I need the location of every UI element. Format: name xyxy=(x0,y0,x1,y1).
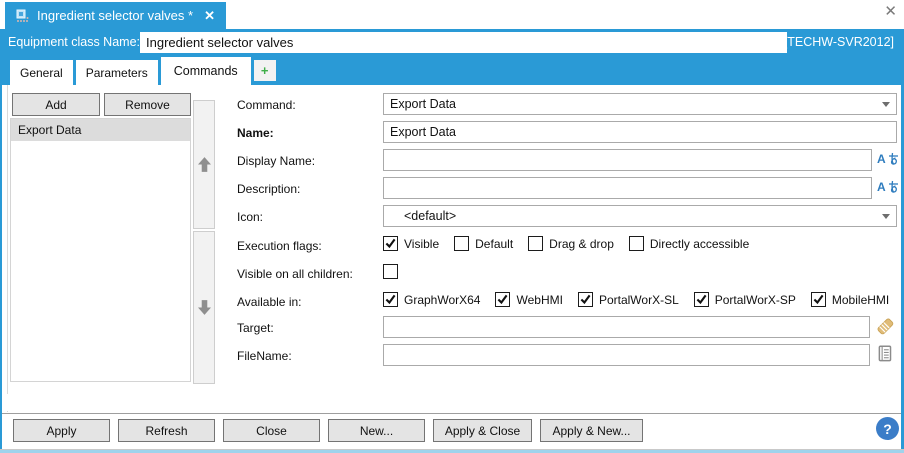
name-input[interactable] xyxy=(383,121,897,143)
equipment-class-name-input[interactable] xyxy=(140,32,787,53)
target-label: Target: xyxy=(237,321,274,335)
header-bar: Equipment class Name: [TECHW-SVR2012] xyxy=(0,29,904,57)
visible-on-all-children-label: Visible on all children: xyxy=(237,267,353,281)
checkbox-label: Drag & drop xyxy=(549,236,614,251)
checkbox-default[interactable]: Default xyxy=(454,236,513,251)
chevron-down-icon xyxy=(882,213,890,219)
localization-icon[interactable]: A xyxy=(877,180,899,194)
checkbox-box[interactable] xyxy=(810,292,826,307)
display-name-label: Display Name: xyxy=(237,154,316,168)
command-dropdown-value: Export Data xyxy=(390,97,457,111)
tab-strip: General Parameters Commands + xyxy=(0,57,904,85)
command-list[interactable]: Export Data xyxy=(10,118,191,382)
checkbox-box[interactable] xyxy=(454,236,470,251)
checkbox-box[interactable] xyxy=(495,292,511,307)
horizontal-scrollbar[interactable] xyxy=(0,394,904,411)
svg-text:A: A xyxy=(877,180,886,194)
checkbox-directly-accessible[interactable]: Directly accessible xyxy=(628,236,750,251)
tab-parameters[interactable]: Parameters xyxy=(75,60,158,85)
checkbox-label: Default xyxy=(475,236,514,251)
filename-input[interactable] xyxy=(383,344,870,366)
description-label: Description: xyxy=(237,182,301,196)
equipment-class-name-label: Equipment class Name: xyxy=(8,35,141,49)
checkbox-visible-on-all-children[interactable] xyxy=(383,264,398,279)
titlebar: Ingredient selector valves * ✕ ✕ xyxy=(0,0,904,29)
checkbox-portalworx-sp[interactable]: PortalWorX-SP xyxy=(693,292,796,307)
file-browse-icon[interactable] xyxy=(878,345,892,362)
execution-flags-label: Execution flags: xyxy=(237,239,322,253)
visible-on-all-children-group xyxy=(383,264,398,279)
localization-icon[interactable]: A xyxy=(877,152,899,166)
checkbox-label: PortalWorX-SL xyxy=(598,292,679,307)
available-in-label: Available in: xyxy=(237,295,302,309)
command-label: Command: xyxy=(237,98,296,112)
window-close-icon[interactable]: ✕ xyxy=(884,4,897,19)
tag-browse-icon[interactable] xyxy=(876,317,894,335)
checkbox-box[interactable] xyxy=(577,292,593,307)
checkbox-box[interactable] xyxy=(528,236,544,251)
checkbox-box[interactable] xyxy=(383,236,398,251)
checkbox-graphworx64[interactable]: GraphWorX64 xyxy=(383,292,480,307)
checkbox-webhmi[interactable]: WebHMI xyxy=(495,292,563,307)
checkbox-box[interactable] xyxy=(693,292,709,307)
help-button[interactable]: ? xyxy=(876,417,899,440)
remove-button[interactable]: Remove xyxy=(104,93,191,116)
execution-flags-group: Visible Default Drag & drop Directly access… xyxy=(383,236,749,251)
display-name-input[interactable] xyxy=(383,149,872,171)
document-tab-title: Ingredient selector valves * xyxy=(37,8,194,23)
equipment-class-editor-window: Ingredient selector valves * ✕ ✕ Equipme… xyxy=(0,0,904,453)
checkbox-label: Visible xyxy=(404,236,440,251)
arrow-up-icon xyxy=(197,157,211,172)
move-down-button[interactable] xyxy=(193,231,215,384)
move-up-button[interactable] xyxy=(193,100,215,229)
document-tab-close-icon[interactable]: ✕ xyxy=(204,8,215,24)
available-in-group: GraphWorX64 WebHMI PortalWorX-SL PortalWorX… xyxy=(383,292,889,307)
name-label: Name: xyxy=(237,126,274,140)
tab-general[interactable]: General xyxy=(10,60,73,85)
equipment-class-icon xyxy=(16,9,30,23)
refresh-button[interactable]: Refresh xyxy=(118,419,215,442)
checkbox-label: PortalWorX-SP xyxy=(714,292,796,307)
apply-button[interactable]: Apply xyxy=(13,419,110,442)
footer-button-bar: Apply Refresh Close New... Apply & Close Appl… xyxy=(13,419,643,442)
server-name-label: [TECHW-SVR2012] xyxy=(783,35,894,49)
checkbox-box[interactable] xyxy=(628,236,644,251)
checkbox-label: MobileHMI xyxy=(831,292,890,307)
svg-text:A: A xyxy=(877,152,886,166)
checkbox-mobilehmi[interactable]: MobileHMI xyxy=(810,292,890,307)
command-dropdown[interactable]: Export Data xyxy=(383,93,897,115)
checkbox-label: WebHMI xyxy=(516,292,563,307)
tab-commands[interactable]: Commands xyxy=(160,57,251,85)
filename-label: FileName: xyxy=(237,349,292,363)
close-button[interactable]: Close xyxy=(223,419,320,442)
chevron-down-icon xyxy=(882,101,890,107)
target-input[interactable] xyxy=(383,316,870,338)
checkbox-drag-drop[interactable]: Drag & drop xyxy=(528,236,614,251)
content-panel-edge xyxy=(7,85,8,412)
arrow-down-icon xyxy=(197,300,211,315)
footer-separator xyxy=(0,413,904,414)
document-tab[interactable]: Ingredient selector valves * ✕ xyxy=(5,2,226,29)
new-button[interactable]: New... xyxy=(328,419,425,442)
checkbox-box[interactable] xyxy=(383,264,398,279)
icon-dropdown-value: <default> xyxy=(404,209,457,223)
command-list-item[interactable]: Export Data xyxy=(11,119,190,141)
checkbox-label: Directly accessible xyxy=(649,236,750,251)
icon-label: Icon: xyxy=(237,210,264,224)
checkbox-portalworx-sl[interactable]: PortalWorX-SL xyxy=(577,292,679,307)
icon-dropdown[interactable]: <default> xyxy=(383,205,897,227)
checkbox-label: GraphWorX64 xyxy=(404,292,481,307)
window-border-left xyxy=(0,29,2,450)
checkbox-visible[interactable]: Visible xyxy=(383,236,439,251)
apply-close-button[interactable]: Apply & Close xyxy=(433,419,532,442)
apply-new-button[interactable]: Apply & New... xyxy=(540,419,643,442)
description-input[interactable] xyxy=(383,177,872,199)
tab-add[interactable]: + xyxy=(253,60,276,81)
checkbox-box[interactable] xyxy=(383,292,398,307)
add-button[interactable]: Add xyxy=(12,93,100,116)
